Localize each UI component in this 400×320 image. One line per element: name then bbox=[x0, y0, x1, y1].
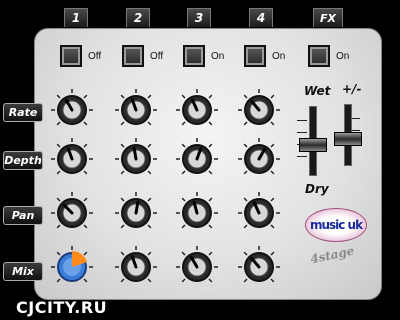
dry-label: Dry bbox=[305, 182, 329, 196]
wet-label: Wet bbox=[304, 84, 331, 98]
watermark: CJCITY.RU bbox=[16, 298, 108, 317]
toggle-1[interactable]: Off bbox=[60, 45, 101, 67]
toggle-button[interactable] bbox=[308, 45, 330, 67]
tab-4[interactable]: 4 bbox=[249, 8, 273, 27]
knob-depth-2[interactable] bbox=[114, 137, 158, 181]
row-label-mix[interactable]: Mix bbox=[3, 262, 43, 281]
tab-3[interactable]: 3 bbox=[187, 8, 211, 27]
logo-text: music uk bbox=[309, 218, 363, 232]
knob-depth-3[interactable] bbox=[175, 137, 219, 181]
toggle-label: On bbox=[272, 50, 286, 62]
knob-depth-4[interactable] bbox=[237, 137, 281, 181]
knob-rate-2[interactable] bbox=[114, 88, 158, 132]
tick-mark bbox=[297, 120, 307, 121]
plus-minus-label: +/- bbox=[342, 82, 362, 96]
knob-mix-4[interactable] bbox=[237, 245, 281, 289]
plus-minus-slider-handle[interactable] bbox=[334, 132, 362, 146]
toggle-4[interactable]: On bbox=[244, 45, 285, 67]
knob-depth-1[interactable] bbox=[50, 137, 94, 181]
knob-pan-3[interactable] bbox=[175, 191, 219, 235]
row-label-pan[interactable]: Pan bbox=[3, 206, 43, 225]
toggle-5[interactable]: On bbox=[308, 45, 349, 67]
toggle-button[interactable] bbox=[122, 45, 144, 67]
toggle-label: Off bbox=[88, 50, 102, 62]
tab-fx[interactable]: FX bbox=[313, 8, 343, 27]
row-label-depth[interactable]: Depth bbox=[3, 151, 43, 170]
toggle-label: On bbox=[211, 50, 225, 62]
tab-1[interactable]: 1 bbox=[64, 8, 88, 27]
tick-mark bbox=[297, 132, 307, 133]
music-uk-logo: music uk bbox=[305, 208, 367, 242]
tab-2[interactable]: 2 bbox=[126, 8, 150, 27]
knob-rate-4[interactable] bbox=[237, 88, 281, 132]
knob-mix-2[interactable] bbox=[114, 245, 158, 289]
knob-pan-1[interactable] bbox=[50, 191, 94, 235]
knob-pan-4[interactable] bbox=[237, 191, 281, 235]
toggle-button[interactable] bbox=[244, 45, 266, 67]
toggle-3[interactable]: On bbox=[183, 45, 224, 67]
wet-dry-slider-handle[interactable] bbox=[299, 138, 327, 152]
toggle-label: On bbox=[336, 50, 350, 62]
knob-rate-3[interactable] bbox=[175, 88, 219, 132]
toggle-button[interactable] bbox=[60, 45, 82, 67]
knob-mix-1[interactable] bbox=[50, 245, 94, 289]
toggle-2[interactable]: Off bbox=[122, 45, 163, 67]
knob-pan-2[interactable] bbox=[114, 191, 158, 235]
toggle-button[interactable] bbox=[183, 45, 205, 67]
toggle-label: Off bbox=[150, 50, 164, 62]
row-label-rate[interactable]: Rate bbox=[3, 103, 43, 122]
tick-mark bbox=[297, 156, 307, 157]
knob-rate-1[interactable] bbox=[50, 88, 94, 132]
knob-mix-3[interactable] bbox=[175, 245, 219, 289]
